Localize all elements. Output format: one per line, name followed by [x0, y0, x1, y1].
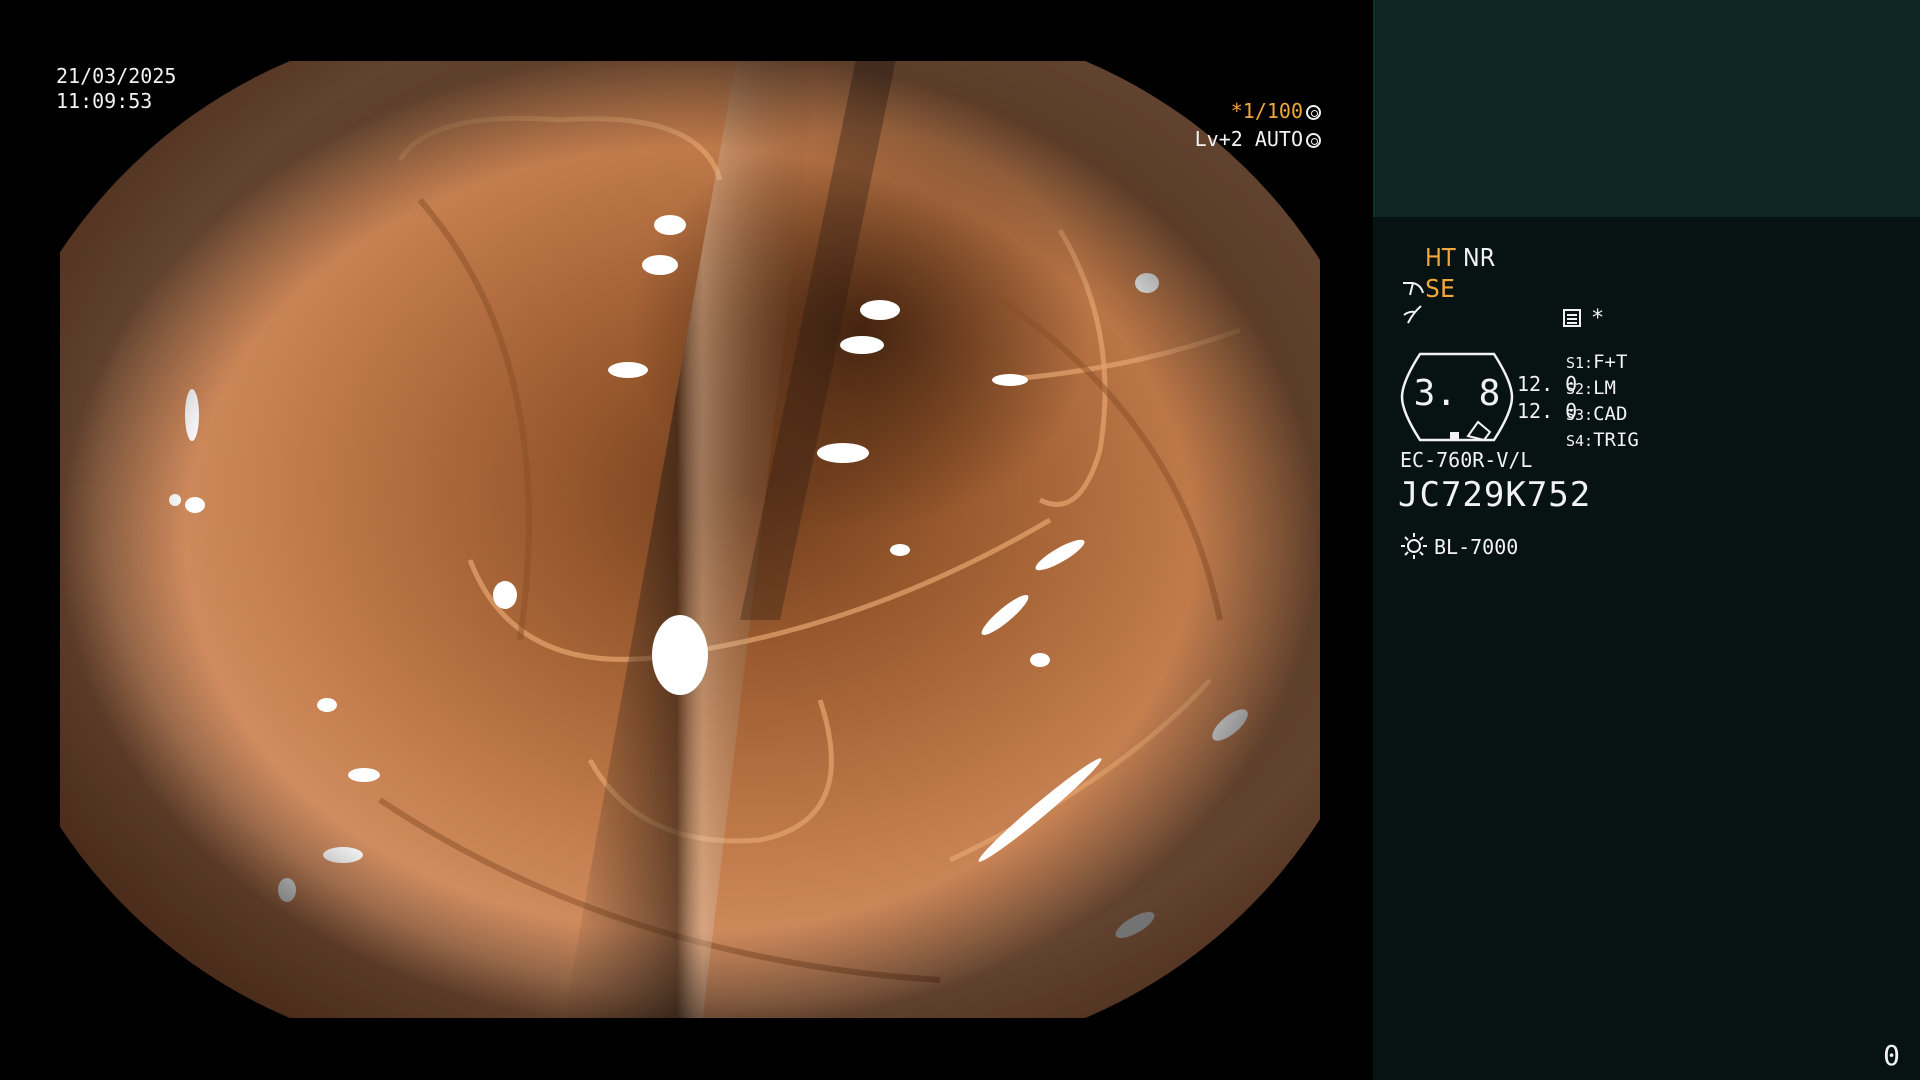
- aperture-icon: [1306, 105, 1321, 120]
- slot-key: S1:: [1566, 354, 1594, 372]
- se-indicator: SE: [1401, 274, 1455, 303]
- snare-icon: [1403, 282, 1424, 296]
- panel-header-block: [1373, 0, 1920, 217]
- scope-model: EC-760R-V/L: [1400, 448, 1533, 472]
- auto-iris-icon: [1306, 133, 1321, 148]
- status-side-panel: HT NR SE * 3. 8 12. 0 12. 0 S1:F+T S2:LM…: [1373, 0, 1920, 1080]
- zoom-value: 3. 8: [1413, 373, 1501, 414]
- shutter-value: 1/100: [1242, 99, 1303, 123]
- light-source-icon: [1401, 533, 1427, 559]
- endoscope-view-pane: 21/03/2025 11:09:53 *1/100 Lv+2 AUTO: [0, 0, 1373, 1080]
- structure-slot-list: S1:F+T S2:LM S3:CAD S4:TRIG: [1566, 350, 1639, 454]
- brightness-level-indicator: Lv+2 AUTO: [1195, 127, 1321, 152]
- slot-key: S2:: [1566, 380, 1594, 398]
- slot-key: S3:: [1566, 406, 1594, 424]
- slot-value: F+T: [1593, 351, 1628, 373]
- time-text: 11:09:53: [56, 89, 153, 113]
- slot-key: S4:: [1566, 432, 1594, 450]
- frame-counter: 0: [1883, 1039, 1900, 1072]
- date-text: 21/03/2025: [56, 64, 177, 88]
- light-source-label: BL-7000: [1434, 535, 1519, 559]
- enhance-indicator: [1401, 303, 1425, 333]
- endoscopic-image: [60, 61, 1320, 1018]
- slot-value: TRIG: [1593, 429, 1639, 451]
- slot-value: LM: [1593, 377, 1616, 399]
- slot-value: CAD: [1593, 403, 1628, 425]
- enhance-icon: [1403, 305, 1422, 324]
- light-source-indicator: BL-7000: [1400, 532, 1518, 560]
- shutter-star: *: [1230, 99, 1243, 123]
- level-label: Lv+2 AUTO: [1194, 127, 1303, 151]
- menu-list-icon: [1563, 309, 1581, 327]
- shutter-speed-indicator: *1/100: [1231, 99, 1321, 124]
- scope-serial-number: JC729K752: [1398, 475, 1592, 515]
- ht-label: HT: [1425, 243, 1456, 272]
- date-time-stamp: 21/03/2025 11:09:53: [56, 64, 176, 114]
- nr-label: NR: [1462, 243, 1496, 272]
- star-indicator: *: [1591, 306, 1605, 331]
- ht-nr-indicator: HT NR: [1425, 243, 1495, 272]
- menu-indicators: *: [1563, 306, 1604, 331]
- se-label: SE: [1425, 274, 1456, 303]
